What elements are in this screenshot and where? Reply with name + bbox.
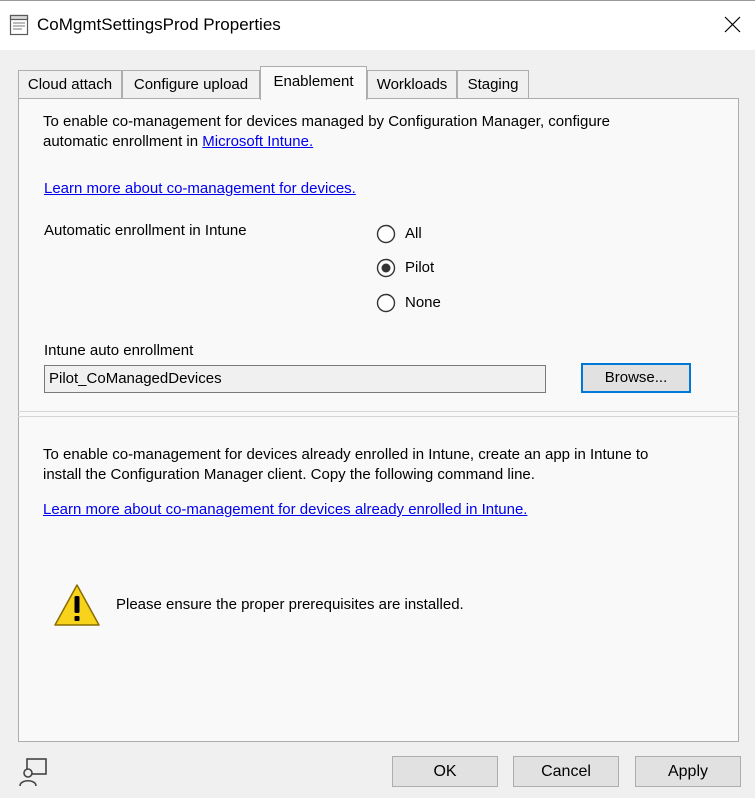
learn-more-devices-link[interactable]: Learn more about co-management for devic… (44, 179, 356, 199)
tab-workloads[interactable]: Workloads (367, 70, 457, 98)
apply-button[interactable]: Apply (635, 756, 741, 787)
radio-all[interactable] (376, 224, 396, 244)
cancel-button[interactable]: Cancel (513, 756, 619, 787)
tab-configure-upload[interactable]: Configure upload (122, 70, 260, 98)
intro-text-prefix: automatic enrollment in (43, 133, 203, 150)
tab-label: Enablement (273, 73, 354, 90)
browse-button[interactable]: Browse... (581, 363, 691, 393)
intro-text-line2: automatic enrollment in Microsoft Intune… (43, 132, 313, 152)
feedback-icon[interactable] (17, 756, 49, 788)
tab-staging[interactable]: Staging (457, 70, 529, 98)
learn-more-intune-link[interactable]: Learn more about co-management for devic… (43, 500, 527, 520)
ok-button[interactable]: OK (392, 756, 498, 787)
title-bar: CoMgmtSettingsProd Properties (0, 0, 755, 50)
radio-none[interactable] (376, 293, 396, 313)
close-icon (724, 16, 741, 33)
close-button[interactable] (709, 1, 755, 49)
tab-label: Workloads (376, 76, 448, 93)
window-title: CoMgmtSettingsProd Properties (37, 15, 281, 34)
properties-sheet-icon (9, 14, 29, 36)
microsoft-intune-link[interactable]: Microsoft Intune. (202, 133, 313, 150)
tab-enablement[interactable]: Enablement (260, 66, 367, 100)
tab-cloud-attach[interactable]: Cloud attach (18, 70, 122, 98)
tab-label: Staging (467, 76, 519, 93)
tab-label: Configure upload (133, 76, 249, 93)
auto-enrollment-collection-field[interactable]: Pilot_CoManagedDevices (44, 365, 546, 393)
tab-label: Cloud attach (27, 76, 113, 93)
radio-pilot[interactable] (376, 258, 396, 278)
